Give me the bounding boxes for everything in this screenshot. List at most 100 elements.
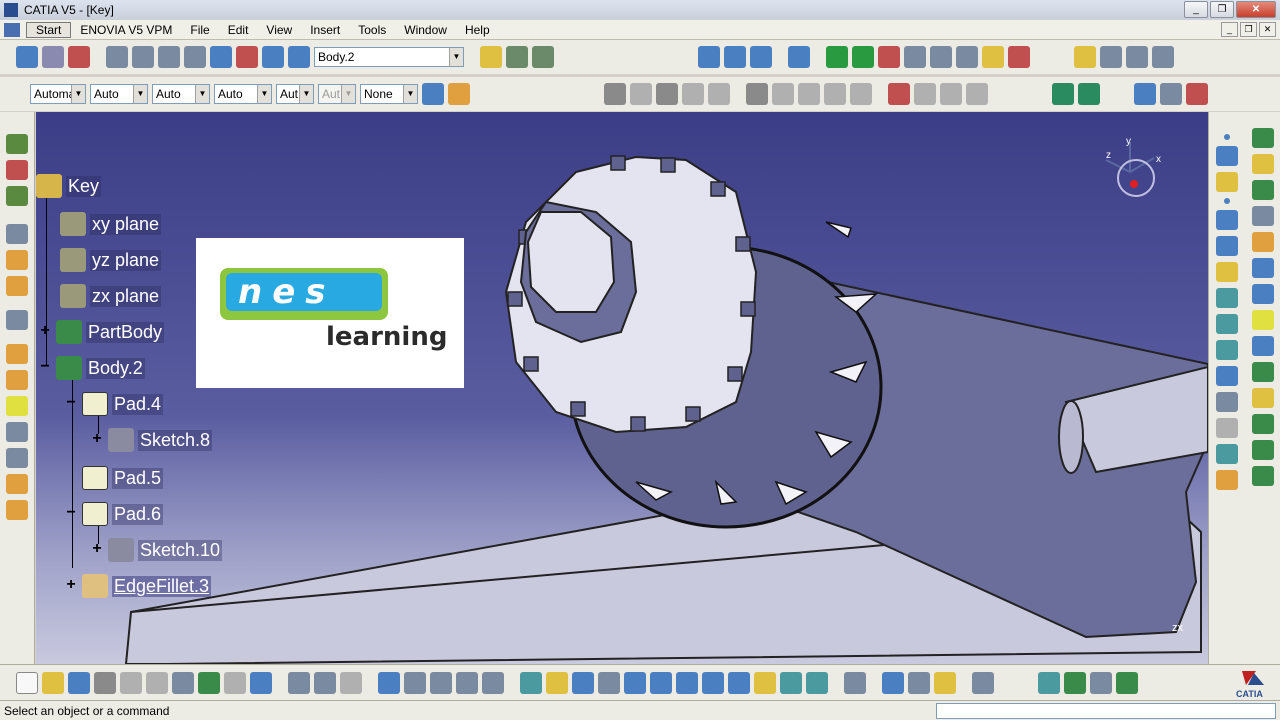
fillet-tool-icon[interactable] bbox=[6, 310, 28, 330]
part-geometry[interactable] bbox=[36, 112, 1208, 664]
camera-icon[interactable] bbox=[972, 671, 994, 694]
settings-gear-icon[interactable] bbox=[1252, 206, 1274, 226]
body-icon[interactable] bbox=[288, 46, 310, 68]
publish-icon[interactable] bbox=[1126, 46, 1148, 68]
tree-node-partbody[interactable]: + PartBody bbox=[38, 320, 165, 344]
compass-widget[interactable]: y x z bbox=[1096, 134, 1166, 204]
menu-start[interactable]: Start bbox=[26, 21, 72, 38]
tolerance-icon[interactable] bbox=[798, 83, 820, 105]
line-tool-icon[interactable] bbox=[1216, 146, 1238, 166]
material-icon[interactable] bbox=[1252, 414, 1274, 434]
menu-window[interactable]: Window bbox=[395, 23, 456, 37]
pattern-tool-icon[interactable] bbox=[6, 474, 28, 494]
snap-icon[interactable] bbox=[904, 46, 926, 68]
shading-icon[interactable] bbox=[1252, 362, 1274, 382]
snapshot-icon[interactable] bbox=[1252, 440, 1274, 460]
properties-icon[interactable] bbox=[1100, 46, 1122, 68]
snapshot-tool-icon[interactable] bbox=[908, 671, 930, 694]
catalog-icon[interactable] bbox=[506, 46, 528, 68]
cut-section-icon[interactable] bbox=[1252, 284, 1274, 304]
copy-file-icon[interactable] bbox=[146, 671, 168, 694]
datum-icon[interactable] bbox=[824, 83, 846, 105]
menu-tools[interactable]: Tools bbox=[349, 23, 395, 37]
apply-material-icon[interactable] bbox=[1252, 180, 1274, 200]
tree-node-key[interactable]: Key bbox=[36, 174, 102, 198]
boolean-tool-icon[interactable] bbox=[1252, 154, 1274, 174]
hole-tool-icon[interactable] bbox=[6, 224, 28, 244]
fill-icon[interactable] bbox=[1216, 444, 1238, 464]
new-icon[interactable] bbox=[16, 671, 38, 694]
move-icon[interactable] bbox=[826, 46, 848, 68]
sort-icon[interactable] bbox=[982, 46, 1004, 68]
shading-mode-icon[interactable] bbox=[754, 671, 776, 694]
curve-icon[interactable] bbox=[956, 46, 978, 68]
hand-icon[interactable] bbox=[132, 46, 154, 68]
color-select[interactable]: Automa ▼ bbox=[30, 84, 86, 104]
reference-icon[interactable] bbox=[850, 83, 872, 105]
filter-icon[interactable] bbox=[1008, 46, 1030, 68]
line-weight-select[interactable]: Auto ▼ bbox=[152, 84, 210, 104]
analysis-icon[interactable] bbox=[724, 46, 746, 68]
sphere-icon[interactable] bbox=[1090, 671, 1112, 694]
menu-enovia[interactable]: ENOVIA V5 VPM bbox=[71, 23, 181, 37]
wireframe-icon[interactable] bbox=[888, 83, 910, 105]
measure-icon[interactable] bbox=[42, 46, 64, 68]
multi-view-icon[interactable] bbox=[702, 671, 724, 694]
cut-icon[interactable] bbox=[120, 671, 142, 694]
link-icon[interactable] bbox=[456, 671, 478, 694]
chamfer-tool-icon[interactable] bbox=[6, 344, 28, 364]
transparency-select[interactable]: Auto ▼ bbox=[90, 84, 148, 104]
paste-icon[interactable] bbox=[172, 671, 194, 694]
layer-select[interactable]: None ▼ bbox=[360, 84, 418, 104]
circle-icon[interactable] bbox=[1216, 236, 1238, 256]
text-icon[interactable] bbox=[1134, 83, 1156, 105]
iso-view-icon[interactable] bbox=[728, 671, 750, 694]
body-select[interactable]: Body.2 ▼ bbox=[314, 47, 464, 67]
surface-tool-icon[interactable] bbox=[1216, 262, 1238, 282]
sweep-icon[interactable] bbox=[1216, 288, 1238, 308]
menu-file[interactable]: File bbox=[181, 23, 218, 37]
rib-tool-icon[interactable] bbox=[6, 250, 28, 270]
swap-visible-icon[interactable] bbox=[882, 671, 904, 694]
restore-button[interactable]: ❐ bbox=[1210, 1, 1234, 18]
open-icon[interactable] bbox=[42, 671, 64, 694]
binary-icon[interactable] bbox=[184, 46, 206, 68]
menu-insert[interactable]: Insert bbox=[301, 23, 349, 37]
sync-icon[interactable] bbox=[844, 671, 866, 694]
layer-icon[interactable] bbox=[1074, 46, 1096, 68]
scale-tool-icon[interactable] bbox=[6, 500, 28, 520]
mirror-tool-icon[interactable] bbox=[6, 448, 28, 468]
fly-icon[interactable] bbox=[520, 671, 542, 694]
help-icon[interactable] bbox=[250, 671, 272, 694]
tree-node-sketch-10[interactable]: + Sketch.10 bbox=[90, 538, 223, 562]
scan-icon[interactable] bbox=[1252, 258, 1274, 278]
measure-between-icon[interactable] bbox=[1186, 83, 1208, 105]
insert-body-icon[interactable] bbox=[210, 46, 232, 68]
3d-viewport[interactable]: Key xy plane yz plane zx plane + PartBod… bbox=[36, 112, 1208, 664]
tree-node-edgefillet-3[interactable]: + EdgeFillet.3 bbox=[64, 574, 212, 598]
close-button[interactable]: ✕ bbox=[1236, 1, 1276, 18]
normal-view-icon[interactable] bbox=[676, 671, 698, 694]
tree-node-pad-6[interactable]: − Pad.6 bbox=[64, 502, 164, 526]
constraint-icon[interactable] bbox=[698, 46, 720, 68]
transform-icon[interactable] bbox=[940, 83, 962, 105]
plane-tool-icon[interactable] bbox=[1216, 172, 1238, 192]
command-input[interactable] bbox=[936, 703, 1276, 719]
tree-icon[interactable] bbox=[404, 671, 426, 694]
rotate-view-icon[interactable] bbox=[598, 671, 620, 694]
view-icon[interactable] bbox=[1252, 336, 1274, 356]
geometry-icon[interactable] bbox=[966, 83, 988, 105]
light-icon[interactable] bbox=[1252, 466, 1274, 486]
3d-annotation-icon[interactable] bbox=[772, 83, 794, 105]
collapse-icon[interactable]: − bbox=[38, 359, 52, 375]
save-icon[interactable] bbox=[68, 671, 90, 694]
menu-help[interactable]: Help bbox=[456, 23, 499, 37]
shaft-tool-icon[interactable] bbox=[6, 186, 28, 206]
cylinder-icon[interactable] bbox=[480, 46, 502, 68]
tree-node-yz-plane[interactable]: yz plane bbox=[60, 248, 162, 272]
spline-icon[interactable] bbox=[1216, 210, 1238, 230]
workbench-icon[interactable] bbox=[1052, 83, 1074, 105]
document-icon[interactable] bbox=[4, 22, 20, 37]
expand-icon[interactable]: + bbox=[38, 323, 52, 339]
gsd-icon[interactable] bbox=[1252, 128, 1274, 148]
